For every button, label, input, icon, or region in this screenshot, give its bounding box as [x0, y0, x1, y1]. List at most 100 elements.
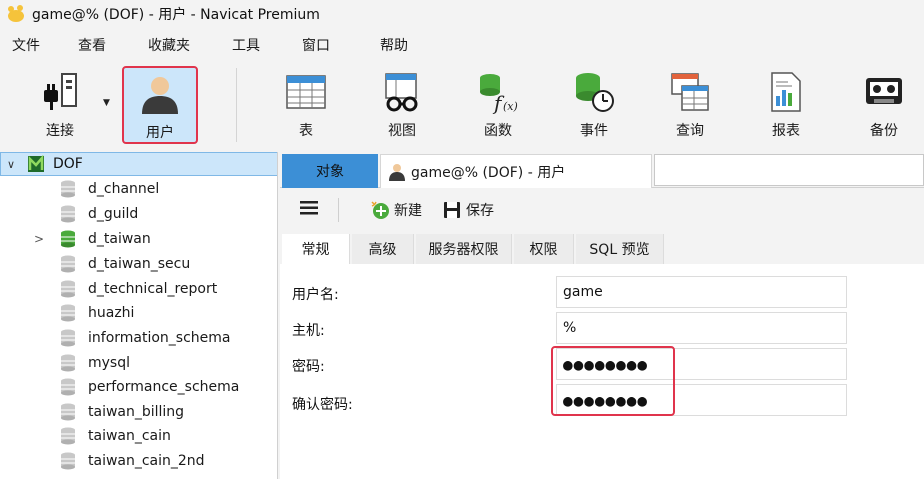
function-label: 函数	[484, 123, 512, 139]
main-content: 对象 game@% (DOF) - 用户 新建 保存 常规 高级 服务器权限 权…	[280, 152, 924, 479]
connect-button[interactable]: 连接	[22, 66, 98, 144]
menu-tools[interactable]: 工具	[226, 35, 266, 55]
toolbar-separator	[338, 198, 339, 222]
main-toolbar: 连接 ▼ 用户 表 视图 f (x) 函数 事件 查询 报表 备份	[0, 62, 924, 150]
database-icon	[61, 255, 75, 273]
event-label: 事件	[580, 123, 608, 139]
user-button[interactable]: 用户	[122, 66, 198, 144]
tree-item-database[interactable]: huazhi	[0, 301, 277, 325]
tab-search-box[interactable]	[654, 154, 924, 186]
database-icon	[61, 354, 75, 372]
event-icon	[576, 73, 614, 112]
view-label: 视图	[388, 123, 416, 139]
menu-view[interactable]: 查看	[72, 35, 112, 55]
tab-user-editor[interactable]: game@% (DOF) - 用户	[380, 154, 652, 188]
database-icon	[61, 180, 75, 198]
tree-item-database[interactable]: d_technical_report	[0, 277, 277, 301]
report-label: 报表	[772, 123, 800, 139]
confirm-password-label: 确认密码:	[292, 397, 353, 413]
host-field[interactable]: %	[556, 312, 847, 344]
database-icon	[61, 304, 75, 322]
navigation-tree: ∨ DOF d_channel d_guild > d_taiwan d_tai…	[0, 152, 278, 479]
toolbar-separator	[236, 68, 237, 142]
event-button[interactable]: 事件	[556, 66, 632, 144]
query-label: 查询	[676, 123, 704, 139]
title-bar: game@% (DOF) - 用户 - Navicat Premium	[0, 0, 924, 28]
menu-icon[interactable]	[300, 200, 318, 216]
view-button[interactable]: 视图	[364, 66, 440, 144]
database-icon	[61, 205, 75, 223]
tree-item-database[interactable]: d_guild	[0, 202, 277, 226]
user-label: 用户	[146, 125, 174, 141]
plug-icon	[44, 73, 77, 110]
navicat-logo-icon	[8, 5, 24, 22]
add-icon	[371, 201, 389, 219]
tree-root-label: DOF	[53, 156, 83, 172]
tree-item-database-open[interactable]: > d_taiwan	[0, 227, 277, 251]
tree-item-database[interactable]: information_schema	[0, 326, 277, 350]
tab-advanced[interactable]: 高级	[352, 234, 414, 264]
database-label: information_schema	[88, 330, 231, 346]
general-form: 用户名: game 主机: % 密码: ●●●●●●●● 确认密码: ●●●●●…	[280, 264, 924, 479]
tab-privileges[interactable]: 权限	[514, 234, 574, 264]
save-button[interactable]: 保存	[442, 200, 494, 220]
tree-item-database[interactable]: mysql	[0, 351, 277, 375]
save-label: 保存	[466, 203, 494, 219]
tree-item-database[interactable]: taiwan_cain	[0, 424, 277, 448]
username-field[interactable]: game	[556, 276, 847, 308]
report-button[interactable]: 报表	[748, 66, 824, 144]
database-label: d_technical_report	[88, 281, 218, 297]
query-button[interactable]: 查询	[652, 66, 728, 144]
backup-label: 备份	[870, 123, 898, 139]
database-label: d_taiwan_secu	[88, 256, 191, 272]
database-label: d_guild	[88, 206, 139, 222]
report-icon	[771, 72, 801, 112]
tab-sql-preview[interactable]: SQL 预览	[576, 234, 664, 264]
tree-item-database[interactable]: taiwan_billing	[0, 400, 277, 424]
menu-window[interactable]: 窗口	[296, 35, 336, 55]
mysql-connection-icon	[28, 155, 44, 172]
table-button[interactable]: 表	[268, 66, 344, 144]
database-label: huazhi	[88, 305, 135, 321]
function-button[interactable]: f (x) 函数	[460, 66, 536, 144]
tree-item-database[interactable]: taiwan_cain_2nd	[0, 449, 277, 473]
database-label: d_taiwan	[88, 231, 151, 247]
user-icon	[389, 163, 405, 181]
document-tab-bar: 对象 game@% (DOF) - 用户	[280, 152, 924, 188]
connect-dropdown-icon[interactable]: ▼	[103, 98, 110, 108]
query-icon	[671, 73, 709, 111]
password-label: 密码:	[292, 359, 325, 375]
new-label: 新建	[394, 203, 422, 219]
database-label: performance_schema	[88, 379, 240, 395]
confirm-password-field[interactable]: ●●●●●●●●	[556, 384, 847, 416]
username-label: 用户名:	[292, 287, 339, 303]
database-icon	[61, 452, 75, 470]
save-icon	[444, 202, 460, 218]
menu-favorites[interactable]: 收藏夹	[142, 35, 196, 55]
database-label: mysql	[88, 355, 130, 371]
tree-root-connection[interactable]: ∨ DOF	[0, 152, 277, 176]
menu-file[interactable]: 文件	[6, 35, 46, 55]
password-field[interactable]: ●●●●●●●●	[556, 348, 847, 380]
database-label: taiwan_cain_2nd	[88, 453, 205, 469]
menu-bar: 文件 查看 收藏夹 工具 窗口 帮助	[0, 30, 924, 60]
tab-general[interactable]: 常规	[282, 234, 350, 264]
tree-item-database[interactable]: d_channel	[0, 177, 277, 201]
tree-item-database[interactable]: performance_schema	[0, 375, 277, 399]
table-icon	[286, 75, 326, 109]
menu-help[interactable]: 帮助	[374, 35, 414, 55]
new-button[interactable]: 新建	[370, 200, 422, 220]
backup-icon	[866, 78, 902, 104]
database-open-icon	[61, 230, 75, 248]
user-icon	[142, 77, 178, 114]
tree-item-database[interactable]: d_taiwan_secu	[0, 252, 277, 276]
window-title: game@% (DOF) - 用户 - Navicat Premium	[32, 7, 320, 23]
collapse-chevron-icon[interactable]: ∨	[7, 158, 21, 171]
backup-button[interactable]: 备份	[846, 66, 922, 144]
tab-objects[interactable]: 对象	[282, 154, 378, 188]
tab-server-privileges[interactable]: 服务器权限	[416, 234, 512, 264]
expand-chevron-icon[interactable]: >	[34, 232, 44, 246]
database-label: d_channel	[88, 181, 160, 197]
table-label: 表	[299, 123, 313, 139]
connect-label: 连接	[46, 123, 74, 139]
